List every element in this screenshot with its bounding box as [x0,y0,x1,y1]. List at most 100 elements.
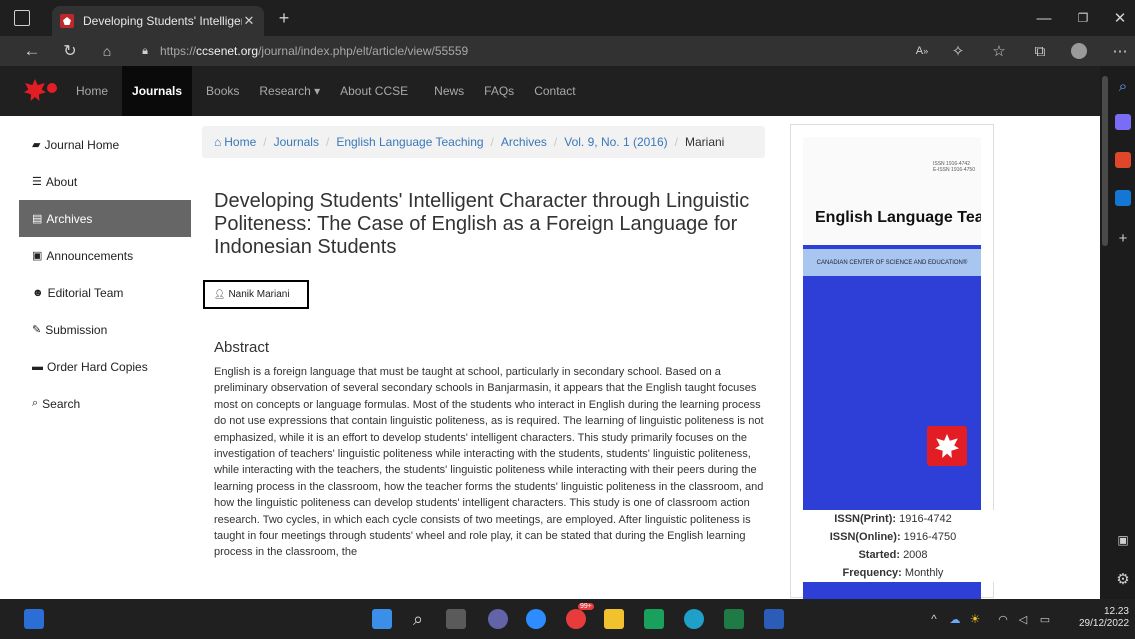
nav-news[interactable]: News [424,66,474,116]
sidebar-item-order-hard-copies[interactable]: ▬ Order Hard Copies [19,348,191,385]
search-icon[interactable]: ⌕ [1115,78,1131,95]
home-icon[interactable]: ⌂ [97,41,117,61]
user-icon: 👤︎ [214,289,226,299]
frequency-row: Frequency: Monthly [791,564,995,582]
nav-contact[interactable]: Contact [524,66,585,116]
minimize-icon[interactable]: — [1034,8,1054,28]
frequency-label: Frequency: [842,567,902,579]
page-scrollbar[interactable] [1100,66,1110,599]
edge-icon[interactable] [684,609,704,629]
breadcrumb-archives[interactable]: Archives [501,135,547,149]
more-icon[interactable]: ⋯ [1110,41,1130,61]
team-icon: ☻ [32,286,44,299]
system-clock[interactable]: 12.23 29/12/2022 [1079,606,1135,630]
back-icon[interactable]: ← [22,41,42,61]
started-row: Started: 2008 [791,546,995,564]
scrollbar-thumb[interactable] [1102,76,1108,246]
sidebar-item-label: Editorial Team [47,285,124,300]
journal-sidebar: ▰ Journal Home ☰ About ▤ Archives ▣ Announce… [19,126,191,422]
breadcrumb-home[interactable]: Home [224,135,256,149]
tray-chevron-icon[interactable]: ^ [926,610,942,628]
lock-icon[interactable]: 🔒︎ [137,43,153,59]
copilot-icon[interactable] [1115,114,1131,130]
issn-print-label: ISSN(Print): [834,513,897,525]
word-icon[interactable] [764,609,784,629]
nav-research[interactable]: Research ▾ [249,66,330,116]
clock-date: 29/12/2022 [1079,618,1130,629]
nav-home[interactable]: Home [68,66,118,116]
breadcrumb-journals[interactable]: Journals [274,135,319,149]
sidebar-item-editorial-team[interactable]: ☻ Editorial Team [19,274,191,311]
browser-window: Developing Students' Intelligent ✕ + — ❐… [0,0,1135,639]
excel-icon[interactable] [724,609,744,629]
sidebar-item-about[interactable]: ☰ About [19,163,191,200]
mail-icon[interactable] [566,609,586,629]
taskbar: ⌕ 99+ ^ ☁ ☀ ◠ ◁ ▭ 12.23 29/12/2022 [0,599,1135,639]
cover-band: CANADIAN CENTER OF SCIENCE AND EDUCATION… [803,249,981,276]
home-icon[interactable]: ⌂ [214,135,221,149]
settings-icon[interactable]: ⚙ [1115,571,1131,588]
author-box[interactable]: 👤︎ Nanik Mariani [203,280,309,309]
refresh-icon[interactable]: ↻ [60,41,80,61]
extensions-icon[interactable]: ✧ [948,41,968,61]
clock-time: 12.23 [1103,606,1129,617]
breadcrumb: ⌂ Home / Journals / English Language Tea… [202,126,765,158]
sidebar-toggle-icon[interactable] [14,10,30,26]
chat-icon[interactable] [488,609,508,629]
file-explorer-icon[interactable] [604,609,624,629]
breadcrumb-separator: / [553,135,558,149]
nav-faqs[interactable]: FAQs [474,66,524,116]
sidebar-item-announcements[interactable]: ▣ Announcements [19,237,191,274]
nav-books[interactable]: Books [196,66,249,116]
cover-title: English Language Teaching [815,209,981,226]
zoom-icon[interactable] [526,609,546,629]
weather-icon[interactable]: ☀ [966,610,984,628]
learning-icon[interactable] [644,609,664,629]
sidebar-item-submission[interactable]: ✎ Submission [19,311,191,348]
start-icon[interactable] [372,609,392,629]
office-icon[interactable] [1115,152,1131,168]
volume-icon[interactable]: ◁ [1014,610,1032,628]
sidebar-item-search[interactable]: ⌕ Search [19,385,191,422]
tab-title: Developing Students' Intelligent [83,14,242,28]
widgets-icon[interactable] [24,609,44,629]
outlook-icon[interactable] [1115,190,1131,206]
nav-journals[interactable]: Journals [122,66,193,116]
wifi-icon[interactable]: ◠ [994,610,1012,628]
issn-online-label: ISSN(Online): [829,531,901,543]
panel-icon[interactable]: ▣ [1115,532,1131,548]
nav-about-ccse[interactable]: About CCSE [330,66,418,116]
breadcrumb-journal[interactable]: English Language Teaching [336,135,483,149]
ccse-logo-icon[interactable] [20,77,60,105]
close-window-icon[interactable]: ✕ [1110,8,1130,28]
breadcrumb-current: Mariani [685,135,725,149]
author-name: Nanik Mariani [228,289,290,300]
url-field[interactable]: https://ccsenet.org/journal/index.php/el… [160,40,960,62]
cloud-icon[interactable]: ☁ [946,610,964,628]
edit-icon: ✎ [32,324,42,336]
issn-print-value: 1916-4742 [899,513,952,525]
site-navbar: Home Journals Books Research ▾ About CCS… [0,66,1100,116]
profile-avatar-icon[interactable] [1071,43,1087,59]
task-view-icon[interactable] [446,609,466,629]
battery-icon[interactable]: ▭ [1036,610,1054,628]
new-tab-icon[interactable]: + [274,8,294,28]
close-tab-icon[interactable]: ✕ [242,13,256,29]
issn-online-value: 1916-4750 [903,531,957,543]
read-aloud-icon[interactable]: A» [912,41,932,61]
notification-badge: 99+ [578,603,594,610]
breadcrumb-issue[interactable]: Vol. 9, No. 1 (2016) [564,135,667,149]
sidebar-item-journal-home[interactable]: ▰ Journal Home [19,126,191,163]
add-icon[interactable]: + [1115,230,1131,247]
favorites-icon[interactable]: ☆ [989,41,1009,61]
abstract-text: English is a foreign language that must … [214,366,764,559]
browser-tab[interactable]: Developing Students' Intelligent ✕ [52,6,264,36]
sidebar-item-archives[interactable]: ▤ Archives [19,200,191,237]
restore-icon[interactable]: ❐ [1073,8,1093,28]
sidebar-item-label: Archives [46,211,93,226]
search-icon[interactable]: ⌕ [408,609,428,629]
issn-online-row: ISSN(Online): 1916-4750 [791,528,995,546]
collections-icon[interactable]: ⧉ [1030,41,1050,61]
breadcrumb-separator: / [674,135,678,149]
sidebar-item-label: Submission [45,322,108,337]
